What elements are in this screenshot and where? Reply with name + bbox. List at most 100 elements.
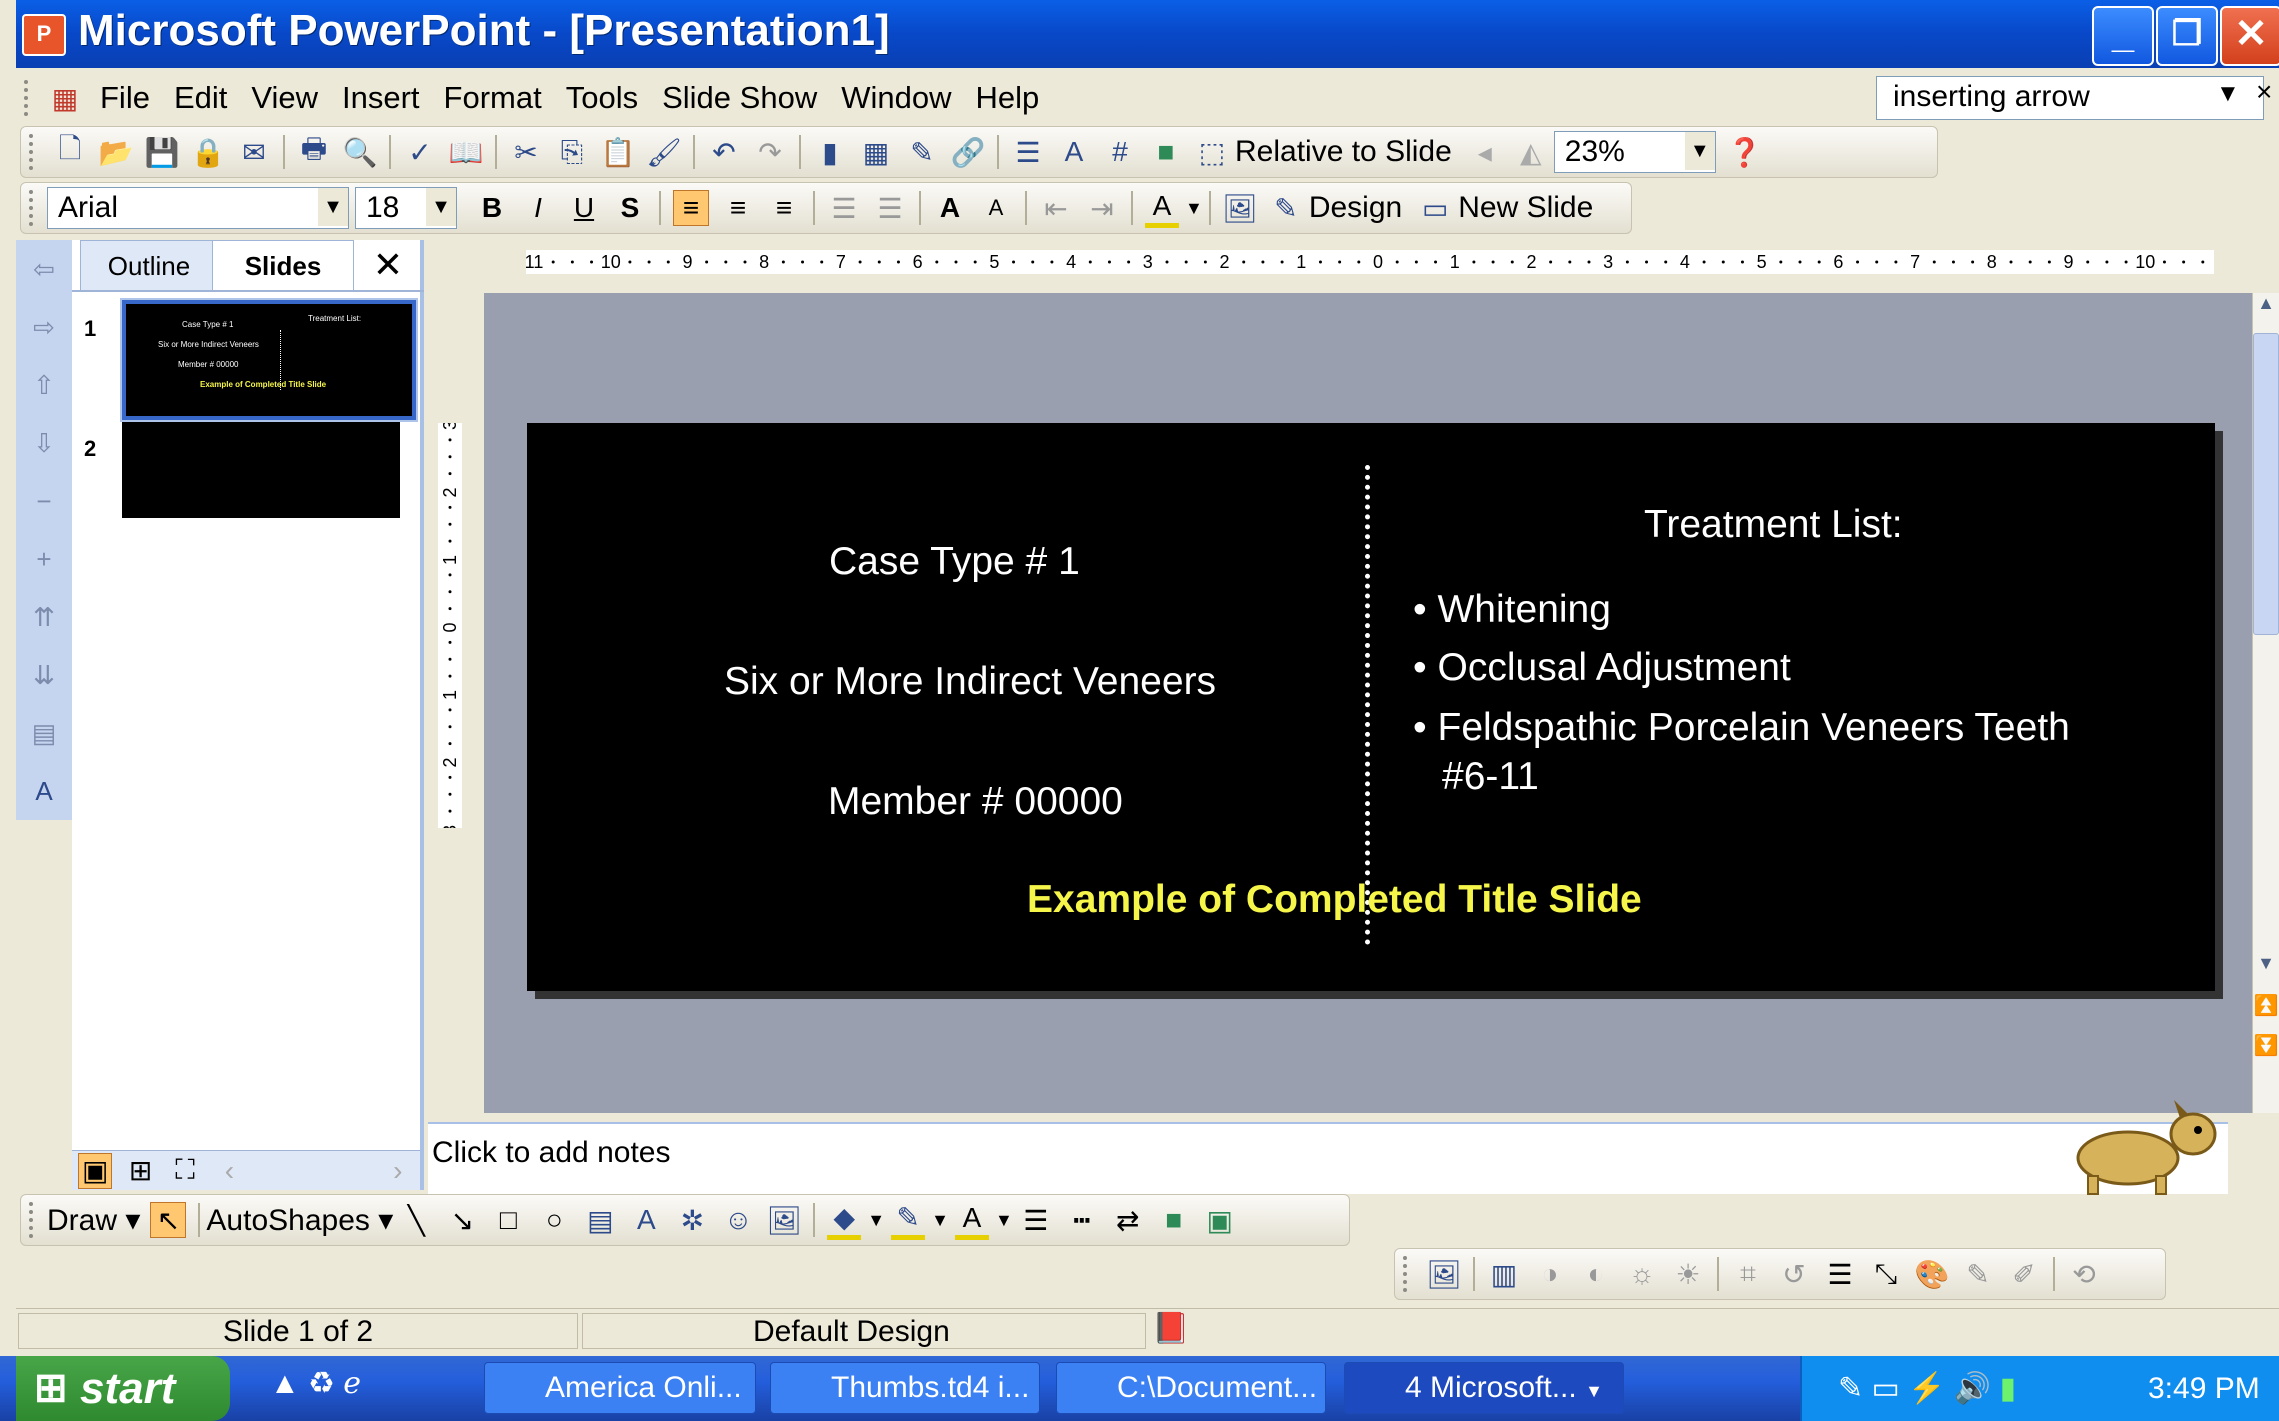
hyperlink-icon[interactable]: 🔗 xyxy=(951,135,986,169)
demote-icon[interactable]: ⇨ xyxy=(16,298,72,356)
increase-font-icon[interactable]: A xyxy=(933,191,967,225)
clock[interactable]: 3:49 PM xyxy=(2148,1356,2260,1421)
font-size-combo[interactable]: 18 ▼ xyxy=(355,187,457,229)
rectangle-icon[interactable]: □ xyxy=(491,1203,525,1237)
chevron-down-icon[interactable]: ▼ xyxy=(1185,198,1203,219)
normal-view-icon[interactable]: ▣ xyxy=(78,1152,113,1189)
menu-edit[interactable]: Edit xyxy=(162,80,239,116)
compress-icon[interactable]: ⤡ xyxy=(1869,1257,1903,1291)
color-grayscale-icon[interactable]: ■ xyxy=(1149,135,1183,169)
taskbar-item-thumbs[interactable]: Thumbs.td4 i... xyxy=(770,1362,1040,1414)
format-picture-icon[interactable]: ✎ xyxy=(1961,1257,1995,1291)
chevron-down-icon[interactable]: ▼ xyxy=(426,188,456,226)
numbering-icon[interactable]: ☰ xyxy=(827,191,861,225)
new-icon[interactable]: 🗋 xyxy=(53,133,87,169)
collapse-all-icon[interactable]: ⇈ xyxy=(16,588,72,646)
tray-signal-icon[interactable]: ▮ xyxy=(2000,1372,2017,1405)
scroll-right-icon[interactable]: › xyxy=(382,1154,414,1188)
expand-all-icon[interactable]: ☰ xyxy=(1011,135,1045,169)
chevron-down-icon[interactable]: ▼ xyxy=(2216,80,2240,108)
dash-style-icon[interactable]: ┅ xyxy=(1065,1203,1099,1237)
tray-network-icon[interactable]: ⚡ xyxy=(1908,1372,1945,1405)
notes-pane[interactable]: Click to add notes xyxy=(428,1100,2228,1195)
close-icon[interactable]: × xyxy=(2256,76,2272,108)
align-relative-icon[interactable]: ⬚ xyxy=(1195,135,1229,169)
tab-slides[interactable]: Slides xyxy=(212,240,354,291)
color-icon[interactable]: ▥ xyxy=(1487,1257,1521,1291)
slide-thumbnail-2[interactable] xyxy=(122,422,400,518)
scroll-down-icon[interactable]: ▼ xyxy=(2253,953,2279,989)
menu-tools[interactable]: Tools xyxy=(554,80,650,116)
3d-style-icon[interactable]: ▣ xyxy=(1203,1203,1237,1237)
move-down-icon[interactable]: ⇩ xyxy=(16,414,72,472)
ask-question-box[interactable]: inserting arrow xyxy=(1876,76,2264,120)
ie-icon[interactable]: ℯ xyxy=(343,1367,361,1400)
table-icon[interactable]: ▦ xyxy=(859,135,893,169)
slide-thumbnail-1[interactable]: Case Type # 1 Six or More Indirect Venee… xyxy=(122,300,416,420)
design-button[interactable]: Design xyxy=(1309,191,1402,225)
print-icon[interactable]: 🖶 xyxy=(297,133,331,169)
more-brightness-icon[interactable]: ☼ xyxy=(1625,1257,1659,1291)
save-icon[interactable]: 💾 xyxy=(145,135,180,169)
shadow-style-icon[interactable]: ■ xyxy=(1157,1203,1191,1237)
tables-borders-icon[interactable]: ✎ xyxy=(905,135,939,169)
undo-icon[interactable]: ↶ xyxy=(707,135,741,169)
slide-show-icon[interactable]: ⛶ xyxy=(169,1154,201,1188)
vertical-scrollbar[interactable]: ▲ ▼ ⏫ ⏬ xyxy=(2252,293,2279,1113)
aol-icon[interactable]: ▲ xyxy=(270,1367,300,1400)
close-icon[interactable]: ✕ xyxy=(368,240,408,290)
move-up-icon[interactable]: ⇧ xyxy=(16,356,72,414)
show-formatting-icon[interactable]: A xyxy=(16,762,72,820)
open-icon[interactable]: 📂 xyxy=(99,135,134,169)
new-slide-button[interactable]: New Slide xyxy=(1458,191,1593,225)
bold-button[interactable]: B xyxy=(475,191,509,225)
menu-help[interactable]: Help xyxy=(963,80,1051,116)
increase-indent-icon[interactable]: ⇥ xyxy=(1085,191,1119,225)
toolbar-grip[interactable] xyxy=(24,80,34,116)
toolbar-grip[interactable] xyxy=(29,1202,39,1238)
tray-volume-icon[interactable]: 🔊 xyxy=(1954,1372,1991,1405)
start-button[interactable]: ⊞ start xyxy=(16,1356,230,1421)
menu-insert[interactable]: Insert xyxy=(330,80,432,116)
tray-pen-icon[interactable]: ✎ xyxy=(1838,1372,1863,1405)
taskbar-item-documents[interactable]: C:\Document... xyxy=(1056,1362,1326,1414)
promote-icon[interactable]: ⇦ xyxy=(16,240,72,298)
research-icon[interactable]: 📖 xyxy=(449,135,484,169)
powerpoint-app-icon[interactable]: P xyxy=(22,14,66,56)
paste-icon[interactable]: 📋 xyxy=(601,135,636,169)
slide-canvas[interactable]: Case Type # 1 Six or More Indirect Venee… xyxy=(527,423,2215,991)
more-contrast-icon[interactable]: ◑ xyxy=(1533,1257,1567,1291)
menu-window[interactable]: Window xyxy=(829,80,963,116)
set-transparent-icon[interactable]: ✐ xyxy=(2007,1257,2041,1291)
spelling-status-icon[interactable]: 📕 xyxy=(1152,1311,1189,1346)
next-slide-icon[interactable]: ⏬ xyxy=(2253,1033,2279,1069)
toolbar-grip[interactable] xyxy=(29,134,39,170)
menu-format[interactable]: Format xyxy=(432,80,554,116)
scroll-up-icon[interactable]: ▲ xyxy=(2253,293,2279,329)
bullet-item[interactable]: • Occlusal Adjustment xyxy=(1413,646,1791,690)
divider-line[interactable] xyxy=(1365,465,1370,945)
recycle-icon[interactable]: ♻ xyxy=(308,1367,335,1400)
copy-icon[interactable]: ⎘ xyxy=(555,135,589,169)
email-icon[interactable]: ✉ xyxy=(237,135,271,169)
arrow-style-icon[interactable]: ⇄ xyxy=(1111,1203,1145,1237)
print-preview-icon[interactable]: 🔍 xyxy=(343,135,378,169)
expand-all-icon[interactable]: ⇊ xyxy=(16,646,72,704)
diagram-icon[interactable]: ✲ xyxy=(675,1203,709,1237)
select-objects-icon[interactable]: ↖ xyxy=(150,1202,187,1238)
chevron-down-icon[interactable]: ▼ xyxy=(1684,132,1715,170)
expand-icon[interactable]: + xyxy=(16,530,72,588)
spelling-icon[interactable]: ✓ xyxy=(403,135,437,169)
align-right-button[interactable]: ≡ xyxy=(767,191,801,225)
picture-icon[interactable]: 🖼 xyxy=(767,1203,803,1237)
case-type-text[interactable]: Case Type # 1 xyxy=(829,540,1080,584)
rotate-icon[interactable]: ↺ xyxy=(1777,1257,1811,1291)
toolbar-grip[interactable] xyxy=(29,190,39,226)
chevron-down-icon[interactable]: ▼ xyxy=(867,1210,885,1231)
insert-picture-icon[interactable]: 🖼 xyxy=(1426,1257,1462,1291)
reset-picture-icon[interactable]: ⟲ xyxy=(2067,1257,2101,1291)
summary-slide-icon[interactable]: ▤ xyxy=(16,704,72,762)
wordart-icon[interactable]: A xyxy=(629,1203,663,1237)
slide-design-icon[interactable]: 🖼 xyxy=(1222,191,1258,225)
line-color-icon[interactable]: ✎ xyxy=(891,1201,926,1240)
